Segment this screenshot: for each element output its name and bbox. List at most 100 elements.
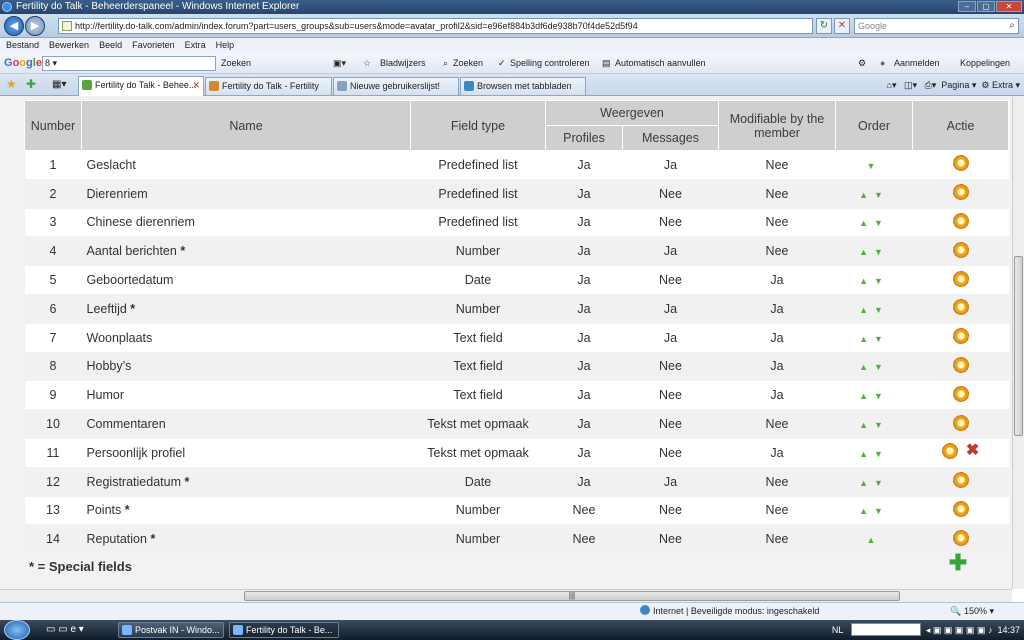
- edit-gear-icon[interactable]: [952, 270, 969, 287]
- menu-favorieten[interactable]: Favorieten: [132, 38, 175, 53]
- vertical-scrollbar[interactable]: [1012, 96, 1024, 589]
- aanmelden-button[interactable]: Aanmelden: [894, 53, 940, 74]
- cell-modifiable: Nee: [718, 496, 836, 526]
- cell-actie: [912, 265, 1009, 295]
- menu-bestand[interactable]: Bestand: [6, 38, 39, 53]
- table-row: 3 Chinese dierenriem Predefined list Ja Nee…: [24, 208, 1009, 238]
- cell-name: Dierenriem: [81, 179, 411, 209]
- add-favorite-icon[interactable]: ✚: [26, 77, 36, 91]
- edit-gear-icon[interactable]: [952, 356, 969, 373]
- cell-field-type: Number: [410, 236, 546, 267]
- start-button[interactable]: [4, 620, 30, 640]
- edit-gear-icon[interactable]: [952, 184, 969, 201]
- maximize-button[interactable]: ▢: [977, 1, 995, 12]
- language-indicator[interactable]: NL: [832, 625, 844, 635]
- special-fields-note: * = Special fields: [29, 559, 132, 574]
- task-fertility[interactable]: Fertility do Talk - Be...: [229, 622, 339, 638]
- stop-button[interactable]: ✕: [834, 18, 850, 34]
- page-icon: [62, 21, 72, 31]
- favorites-star-icon[interactable]: ★: [6, 77, 17, 91]
- back-button[interactable]: ◀: [4, 16, 24, 36]
- cell-number: 14: [24, 524, 82, 555]
- cell-messages: Nee: [622, 179, 719, 209]
- order-arrows-icon[interactable]: ▲▼: [859, 362, 889, 372]
- minimize-button[interactable]: –: [958, 1, 976, 12]
- tab-fertility[interactable]: Fertility do Talk - Fertility: [205, 77, 332, 95]
- quicklaunch-icons[interactable]: ▭ ▭ e ▾: [46, 620, 84, 640]
- search-input[interactable]: Google ⌕: [854, 18, 1019, 34]
- delete-icon[interactable]: ✖: [966, 443, 979, 459]
- security-zone[interactable]: Internet | Beveiligde modus: ingeschakel…: [640, 603, 819, 620]
- edit-gear-icon[interactable]: [952, 241, 969, 258]
- tab-nieuwe-gebruikerslijst[interactable]: Nieuwe gebruikerslijst!: [333, 77, 459, 95]
- cell-messages: Nee: [622, 524, 719, 555]
- wrench-icon[interactable]: ⚙: [858, 53, 866, 74]
- order-arrows-icon[interactable]: ▲▼: [859, 391, 889, 401]
- edit-gear-icon[interactable]: [952, 299, 969, 316]
- menu-help[interactable]: Help: [216, 38, 235, 53]
- feeds-icon[interactable]: ◫▾: [904, 80, 917, 90]
- print-icon[interactable]: ⎙▾: [925, 80, 937, 90]
- edit-gear-icon[interactable]: [952, 155, 969, 172]
- edit-gear-icon[interactable]: [941, 443, 958, 460]
- close-tab-icon[interactable]: ✕: [192, 77, 200, 93]
- horizontal-scrollbar[interactable]: |||: [0, 589, 1012, 602]
- edit-gear-icon[interactable]: [952, 500, 969, 517]
- cell-number: 9: [24, 380, 82, 411]
- search-icon[interactable]: ⌕: [1009, 19, 1015, 33]
- extra-menu[interactable]: ⚙ Extra ▾: [981, 80, 1020, 90]
- order-arrows-icon[interactable]: ▲▼: [859, 218, 889, 228]
- order-arrows-icon[interactable]: ▼: [867, 161, 882, 171]
- layout-icon[interactable]: ▣▾: [333, 53, 346, 74]
- zoeken-button[interactable]: Zoeken: [453, 53, 483, 74]
- edit-gear-icon[interactable]: [952, 472, 969, 489]
- refresh-button[interactable]: ↻: [816, 18, 832, 34]
- order-arrows-icon[interactable]: ▲▼: [859, 506, 889, 516]
- zoom-level[interactable]: 🔍 150% ▾: [950, 603, 994, 620]
- order-arrows-icon[interactable]: ▲▼: [859, 334, 889, 344]
- menu-extra[interactable]: Extra: [185, 38, 206, 53]
- autofill-button[interactable]: Automatisch aanvullen: [615, 53, 706, 74]
- tab-browsen[interactable]: Browsen met tabbladen: [460, 77, 586, 95]
- order-arrows-icon[interactable]: ▲▼: [859, 420, 889, 430]
- taskbar-search-input[interactable]: [850, 623, 921, 636]
- bladwijzers-button[interactable]: Bladwijzers: [380, 53, 426, 74]
- order-arrows-icon[interactable]: ▲: [867, 535, 882, 545]
- tab-fertility-beheer[interactable]: Fertility do Talk - Behee... ✕: [78, 76, 204, 96]
- close-window-button[interactable]: ✕: [996, 1, 1022, 12]
- order-arrows-icon[interactable]: ▲▼: [859, 276, 889, 286]
- cell-messages: Ja: [622, 294, 719, 324]
- google-zoeken-button[interactable]: Zoeken: [221, 53, 251, 74]
- edit-gear-icon[interactable]: [952, 529, 969, 546]
- menu-bewerken[interactable]: Bewerken: [49, 38, 89, 53]
- spelling-button[interactable]: Spelling controleren: [510, 53, 590, 74]
- edit-gear-icon[interactable]: [952, 385, 969, 402]
- order-arrows-icon[interactable]: ▲▼: [859, 478, 889, 488]
- order-arrows-icon[interactable]: ▲▼: [859, 247, 889, 257]
- cell-profiles: Ja: [545, 438, 623, 468]
- task-postvak-in[interactable]: Postvak IN - Windo...: [118, 622, 224, 638]
- order-arrows-icon[interactable]: ▲▼: [859, 190, 889, 200]
- edit-gear-icon[interactable]: [952, 212, 969, 229]
- pagina-menu[interactable]: Pagina ▾: [941, 80, 976, 90]
- horizontal-scroll-thumb[interactable]: |||: [244, 591, 900, 601]
- cell-name: Geboortedatum: [81, 265, 411, 295]
- forward-button[interactable]: ▶: [25, 16, 45, 36]
- order-arrows-icon[interactable]: ▲▼: [859, 449, 889, 459]
- cell-order: ▲▼: [835, 380, 913, 411]
- vertical-scroll-thumb[interactable]: [1014, 256, 1023, 436]
- menu-beeld[interactable]: Beeld: [99, 38, 122, 53]
- order-arrows-icon[interactable]: ▲▼: [859, 305, 889, 315]
- google-search-input[interactable]: 8 ▾: [42, 56, 216, 71]
- cell-actie: [912, 467, 1009, 497]
- tray-icons[interactable]: ◂ ▣ ▣ ▣ ▣ ▣ ♪: [926, 625, 993, 635]
- address-field[interactable]: http://fertility.do-talk.com/admin/index…: [58, 18, 813, 34]
- edit-gear-icon[interactable]: [952, 328, 969, 345]
- star-icon[interactable]: ☆: [363, 53, 371, 74]
- edit-gear-icon[interactable]: [952, 414, 969, 431]
- cell-profiles: Ja: [545, 323, 623, 353]
- koppelingen-link[interactable]: Koppelingen: [960, 53, 1010, 74]
- home-icon[interactable]: ⌂▾: [887, 80, 897, 90]
- quick-tabs-icon[interactable]: ▦▾: [52, 79, 66, 90]
- add-field-button[interactable]: ✚: [948, 552, 968, 574]
